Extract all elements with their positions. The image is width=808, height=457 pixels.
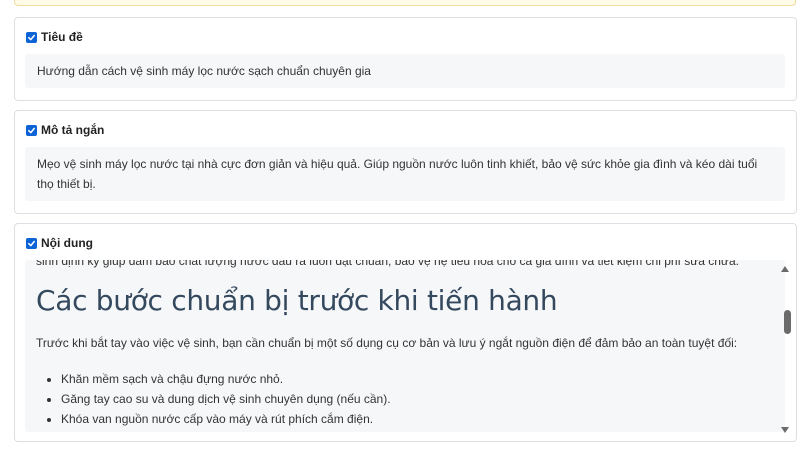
content-lead-line: sinh định kỳ giúp đảm bảo chất lượng nướ…	[36, 260, 739, 268]
list-item: Khóa van nguồn nước cấp vào máy và rút p…	[61, 409, 755, 429]
content-header: Nội dung	[26, 236, 93, 250]
content-list: Khăn mềm sạch và chậu đựng nước nhỏ. Găn…	[36, 369, 755, 429]
scrollbar-thumb[interactable]	[784, 310, 791, 334]
content-editor[interactable]: sinh định kỳ giúp đảm bảo chất lượng nướ…	[25, 260, 785, 432]
content-label: Nội dung	[41, 236, 93, 250]
scroll-up-button[interactable]	[780, 265, 790, 273]
content-body: sinh định kỳ giúp đảm bảo chất lượng nướ…	[36, 260, 755, 429]
title-label: Tiêu đề	[41, 30, 83, 44]
summary-textarea[interactable]: Mẹo vệ sinh máy lọc nước tại nhà cực đơn…	[25, 147, 785, 201]
title-value: Hướng dẫn cách vệ sinh máy lọc nước sạch…	[37, 64, 371, 78]
checkbox-checked-icon	[28, 127, 35, 133]
content-paragraph: Trước khi bắt tay vào việc vệ sinh, bạn …	[36, 336, 738, 350]
notice-banner	[14, 0, 796, 6]
content-checkbox[interactable]	[26, 237, 37, 249]
title-input[interactable]: Hướng dẫn cách vệ sinh máy lọc nước sạch…	[25, 54, 785, 88]
list-item: Găng tay cao su và dung dịch vệ sinh chu…	[61, 389, 755, 409]
content-panel: Nội dung sinh định kỳ giúp đảm bảo chất …	[14, 223, 797, 442]
summary-panel: Mô tả ngắn Mẹo vệ sinh máy lọc nước tại …	[14, 110, 797, 214]
triangle-down-icon	[781, 427, 789, 433]
triangle-up-icon	[781, 266, 789, 272]
summary-label: Mô tả ngắn	[41, 123, 105, 137]
summary-header: Mô tả ngắn	[26, 123, 104, 137]
checkbox-checked-icon	[28, 240, 35, 246]
title-panel: Tiêu đề Hướng dẫn cách vệ sinh máy lọc n…	[14, 17, 797, 101]
summary-checkbox[interactable]	[26, 124, 37, 136]
title-checkbox[interactable]	[26, 31, 37, 43]
summary-value: Mẹo vệ sinh máy lọc nước tại nhà cực đơn…	[37, 157, 758, 191]
scroll-down-button[interactable]	[780, 426, 790, 434]
list-item: Khăn mềm sạch và chậu đựng nước nhỏ.	[61, 369, 755, 389]
content-heading: Các bước chuẩn bị trước khi tiến hành	[36, 284, 558, 317]
title-header: Tiêu đề	[26, 30, 83, 44]
checkbox-checked-icon	[28, 34, 35, 40]
